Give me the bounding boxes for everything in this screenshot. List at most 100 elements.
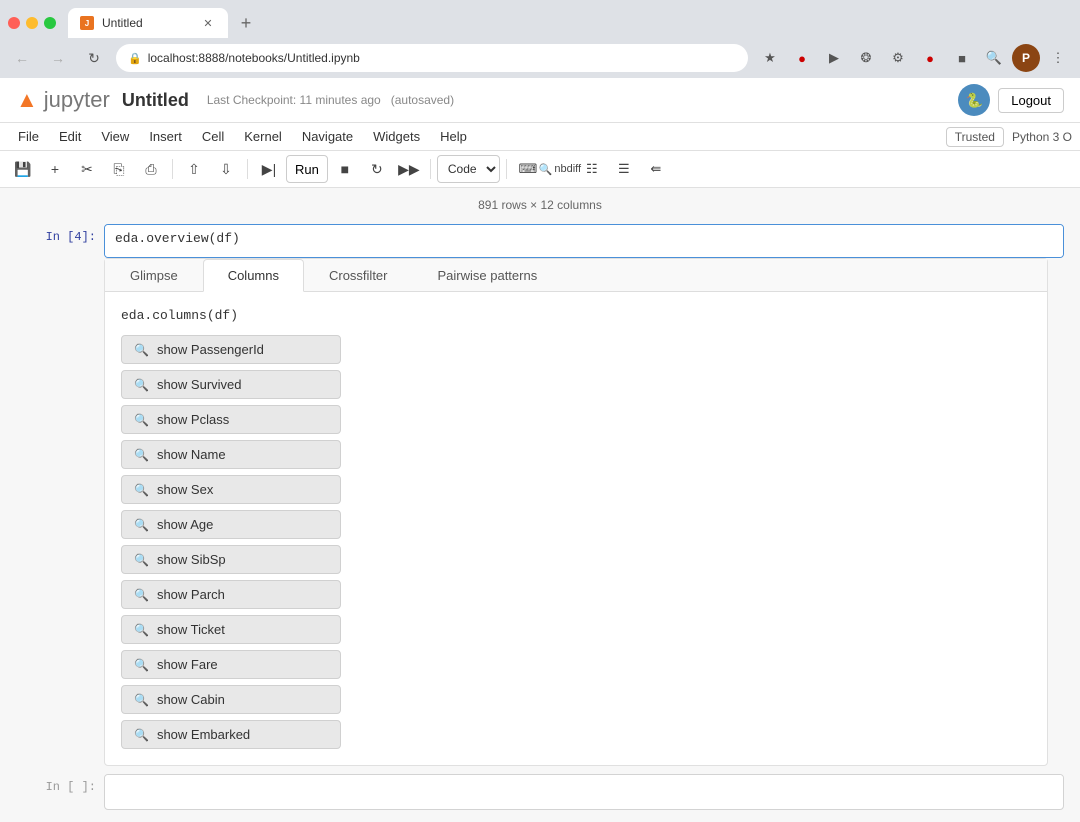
reload-button[interactable]: ↻	[80, 44, 108, 72]
search-icon: 🔍	[134, 343, 149, 357]
column-button[interactable]: 🔍show Ticket	[121, 615, 341, 644]
column-button[interactable]: 🔍show Parch	[121, 580, 341, 609]
menu-file[interactable]: File	[8, 125, 49, 148]
column-label: show Parch	[157, 587, 225, 602]
action-btn-1[interactable]: ●	[788, 44, 816, 72]
tab-favicon: J	[80, 16, 94, 30]
tab-crossfilter[interactable]: Crossfilter	[304, 259, 413, 292]
empty-cell-input[interactable]	[104, 774, 1064, 810]
menu-edit[interactable]: Edit	[49, 125, 91, 148]
column-button[interactable]: 🔍 show Age	[121, 510, 341, 539]
menu-button[interactable]: ⋮	[1044, 44, 1072, 72]
menu-help[interactable]: Help	[430, 125, 477, 148]
column-label: show Ticket	[157, 622, 225, 637]
save-button[interactable]: 💾	[8, 155, 38, 183]
jupyter-container: ▲ jupyter Untitled Last Checkpoint: 11 m…	[0, 78, 1080, 822]
column-button[interactable]: 🔍show Name	[121, 440, 341, 469]
column-button[interactable]: 🔍show Cabin	[121, 685, 341, 714]
action-btn-6[interactable]: ■	[948, 44, 976, 72]
tab-glimpse[interactable]: Glimpse	[105, 259, 203, 292]
action-btn-3[interactable]: ❂	[852, 44, 880, 72]
forward-button[interactable]: →	[44, 44, 72, 72]
menu-bar: File Edit View Insert Cell Kernel Naviga…	[0, 123, 1080, 151]
column-button[interactable]: 🔍show PassengerId	[121, 335, 341, 364]
column-button[interactable]: 🔍 show Embarked	[121, 720, 341, 749]
notebook-content: 891 rows × 12 columns In [4]: eda.overvi…	[0, 188, 1080, 822]
run-button[interactable]: Run	[286, 155, 328, 183]
column-list: 🔍show PassengerId🔍show Survived🔍show Pcl…	[121, 335, 341, 749]
move-down-button[interactable]: ⇩	[211, 155, 241, 183]
search-icon: 🔍	[134, 483, 149, 497]
column-button[interactable]: 🔍show Pclass	[121, 405, 341, 434]
paste-button[interactable]: ⎙	[136, 155, 166, 183]
menu-cell[interactable]: Cell	[192, 125, 234, 148]
tab-columns[interactable]: Columns	[203, 259, 304, 292]
divider-4	[506, 159, 507, 179]
empty-cell-prompt: In [ ]:	[16, 774, 96, 794]
cell-code-4[interactable]: eda.overview(df)	[105, 225, 1063, 257]
list-button[interactable]: ☰	[609, 155, 639, 183]
search-icon: 🔍	[134, 658, 149, 672]
back-button[interactable]: ←	[8, 44, 36, 72]
new-tab-button[interactable]: +	[232, 9, 260, 37]
interrupt-button[interactable]: ■	[330, 155, 360, 183]
checkpoint-text: Last Checkpoint: 11 minutes ago (autosav…	[207, 93, 454, 107]
grid-button[interactable]: ☷	[577, 155, 607, 183]
menu-insert[interactable]: Insert	[139, 125, 192, 148]
kernel-info: Python 3 O	[1012, 130, 1072, 144]
column-label: show Pclass	[157, 412, 229, 427]
tab-pairwise[interactable]: Pairwise patterns	[413, 259, 563, 292]
minimize-button[interactable]	[26, 17, 38, 29]
rows-info: 891 rows × 12 columns	[0, 196, 1080, 220]
close-button[interactable]	[8, 17, 20, 29]
column-label: show Embarked	[157, 727, 250, 742]
copy-button[interactable]: ⎘	[104, 155, 134, 183]
search-icon: 🔍	[134, 518, 149, 532]
restart-run-button[interactable]: ▶▶	[394, 155, 424, 183]
tab-close-button[interactable]: ✕	[200, 15, 216, 31]
notebook-title[interactable]: Untitled	[122, 90, 189, 111]
empty-code-area[interactable]	[105, 775, 1063, 803]
restart-button[interactable]: ↻	[362, 155, 392, 183]
action-btn-4[interactable]: ⚙	[884, 44, 912, 72]
column-label: show Survived	[157, 377, 242, 392]
cell-input-4[interactable]: eda.overview(df)	[104, 224, 1064, 258]
trusted-badge: Trusted	[946, 127, 1004, 147]
code-cell-4: In [4]: eda.overview(df) Glimpse Columns…	[16, 224, 1064, 766]
column-label: show Fare	[157, 657, 218, 672]
column-button[interactable]: 🔍show SibSp	[121, 545, 341, 574]
column-button[interactable]: 🔍 show Fare	[121, 650, 341, 679]
divider-3	[430, 159, 431, 179]
column-label: show Age	[157, 517, 213, 532]
action-btn-7[interactable]: 🔍	[980, 44, 1008, 72]
add-cell-button[interactable]: +	[40, 155, 70, 183]
menu-kernel[interactable]: Kernel	[234, 125, 292, 148]
move-up-button[interactable]: ⇧	[179, 155, 209, 183]
menu-view[interactable]: View	[91, 125, 139, 148]
empty-cell: In [ ]:	[16, 774, 1064, 810]
bookmark-button[interactable]: ★	[756, 44, 784, 72]
menu-widgets[interactable]: Widgets	[363, 125, 430, 148]
search-icon: 🔍	[134, 693, 149, 707]
menu-navigate[interactable]: Navigate	[292, 125, 363, 148]
tab-title: Untitled	[102, 16, 192, 30]
logout-button[interactable]: Logout	[998, 88, 1064, 113]
output-tabs: Glimpse Columns Crossfilter Pairwise pat…	[105, 259, 1047, 292]
active-tab[interactable]: J Untitled ✕	[68, 8, 228, 38]
nbdiff-button[interactable]: 🔍 nbdiff	[545, 155, 575, 183]
column-button[interactable]: 🔍show Sex	[121, 475, 341, 504]
column-label: show SibSp	[157, 552, 226, 567]
window-controls	[8, 17, 56, 29]
maximize-button[interactable]	[44, 17, 56, 29]
share-button[interactable]: ⇚	[641, 155, 671, 183]
address-text: localhost:8888/notebooks/Untitled.ipynb	[148, 51, 360, 65]
action-btn-2[interactable]: ▶	[820, 44, 848, 72]
profile-avatar[interactable]: P	[1012, 44, 1040, 72]
address-bar[interactable]: 🔒 localhost:8888/notebooks/Untitled.ipyn…	[116, 44, 748, 72]
cell-type-select[interactable]: Code	[437, 155, 500, 183]
search-icon: 🔍	[134, 728, 149, 742]
column-button[interactable]: 🔍show Survived	[121, 370, 341, 399]
fast-forward-button[interactable]: ▶|	[254, 155, 284, 183]
cut-button[interactable]: ✂	[72, 155, 102, 183]
action-btn-5[interactable]: ●	[916, 44, 944, 72]
